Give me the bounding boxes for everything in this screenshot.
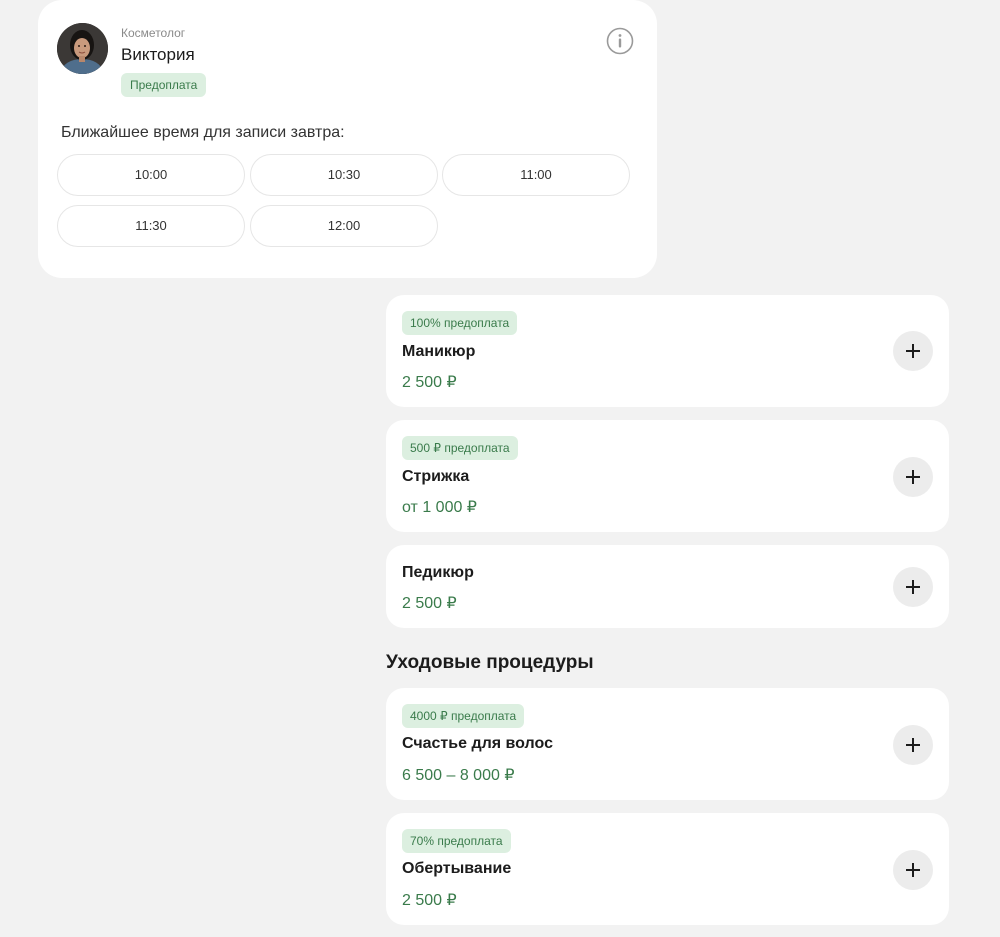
prepayment-badge: 70% предоплата — [402, 829, 511, 853]
prepayment-badge: 4000 ₽ предоплата — [402, 704, 525, 728]
add-button[interactable] — [893, 331, 933, 371]
service-price: от 1 000 ₽ — [402, 499, 477, 516]
plus-icon — [906, 580, 920, 594]
service-price: 2 500 ₽ — [402, 374, 457, 391]
specialist-role: Косметолог — [121, 26, 186, 40]
service-name: Педикюр — [402, 564, 474, 581]
service-card-wrapping[interactable]: 70% предоплата Обертывание 2 500 ₽ — [386, 813, 949, 925]
service-card-hair-happiness[interactable]: 4000 ₽ предоплата Счастье для волос 6 50… — [386, 688, 949, 800]
avatar[interactable] — [57, 23, 108, 74]
plus-icon — [906, 738, 920, 752]
section-title: Уходовые процедуры — [386, 652, 594, 673]
page: Косметолог Виктория Предоплата Ближайшее… — [0, 0, 1000, 937]
plus-icon — [906, 470, 920, 484]
add-button[interactable] — [893, 567, 933, 607]
time-slot[interactable]: 11:30 — [57, 205, 245, 247]
plus-icon — [906, 863, 920, 877]
specialist-name: Виктория — [121, 45, 195, 64]
service-card-haircut[interactable]: 500 ₽ предоплата Стрижка от 1 000 ₽ — [386, 420, 949, 532]
service-price: 2 500 ₽ — [402, 595, 457, 612]
service-price: 6 500 – 8 000 ₽ — [402, 767, 515, 784]
add-button[interactable] — [893, 850, 933, 890]
service-name: Обертывание — [402, 860, 512, 877]
prepayment-badge: Предоплата — [121, 73, 207, 97]
time-slot[interactable]: 12:00 — [250, 205, 438, 247]
prepayment-badge: 100% предоплата — [402, 311, 518, 335]
service-card-pedicure[interactable]: Педикюр 2 500 ₽ — [386, 545, 949, 628]
service-name: Маникюр — [402, 343, 476, 360]
add-button[interactable] — [893, 725, 933, 765]
info-icon[interactable] — [606, 27, 634, 55]
service-card-manicure[interactable]: 100% предоплата Маникюр 2 500 ₽ — [386, 295, 949, 407]
service-name: Счастье для волос — [402, 735, 553, 752]
service-price: 2 500 ₽ — [402, 892, 457, 909]
time-slot[interactable]: 10:00 — [57, 154, 245, 196]
time-slot[interactable]: 11:00 — [442, 154, 630, 196]
slots-title: Ближайшее время для записи завтра: — [61, 124, 345, 141]
service-name: Стрижка — [402, 468, 470, 485]
plus-icon — [906, 344, 920, 358]
prepayment-badge: 500 ₽ предоплата — [402, 436, 518, 460]
time-slot[interactable]: 10:30 — [250, 154, 438, 196]
add-button[interactable] — [893, 457, 933, 497]
